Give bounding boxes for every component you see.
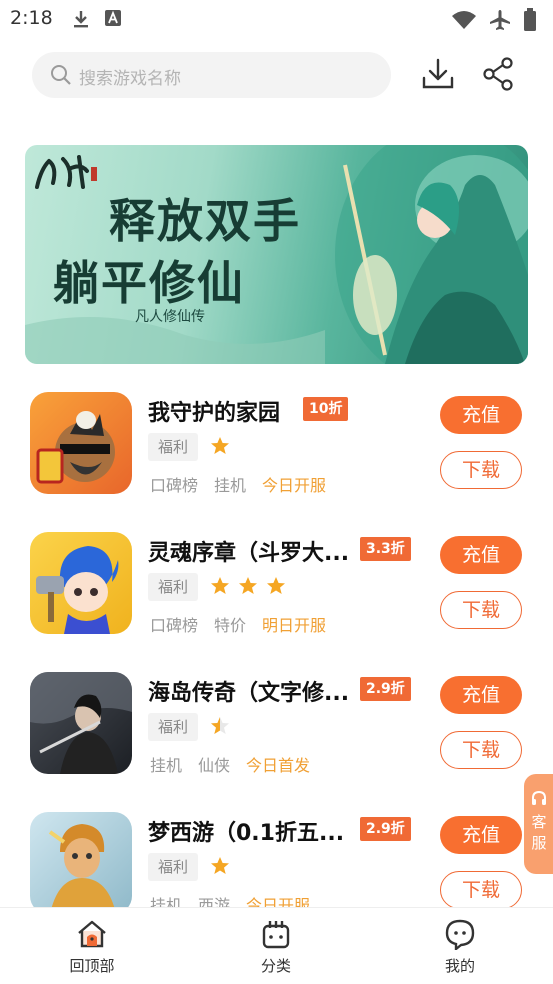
star-icon (211, 857, 229, 874)
customer-service-label: 客 服 (531, 812, 547, 854)
download-button[interactable]: 下载 (440, 591, 522, 629)
game-icon (30, 672, 132, 774)
wifi-icon (452, 11, 476, 29)
home-icon (78, 920, 106, 948)
status-bar: 2:18 (0, 0, 553, 36)
banner-title-line1: 释放双手 (109, 194, 301, 248)
game-tag: 挂机 (214, 476, 247, 495)
game-name: 我守护的家园 (148, 401, 281, 426)
star-icon (211, 577, 229, 594)
game-tag: 仙侠 (198, 756, 231, 775)
download-button[interactable]: 下载 (440, 451, 522, 489)
game-list-item[interactable]: 我守护的家园 10折 福利 口碑榜 挂机 今日开服 充值 下载 (0, 380, 553, 500)
headset-icon (532, 790, 546, 805)
discount-badge: 2.9折 (360, 677, 411, 701)
game-list-item[interactable]: 海岛传奇（文字修... 2.9折 福利 挂机 仙侠 今日首发 充值 下载 (0, 660, 553, 780)
promo-banner[interactable]: 释放双手 躺平修仙 凡人修仙传 (25, 145, 528, 364)
font-icon (105, 10, 121, 26)
nav-label-mine: 我的 (444, 957, 475, 975)
banner-title-line2: 躺平修仙 (53, 256, 245, 310)
star-icon (239, 577, 257, 594)
download-icon (74, 11, 88, 28)
status-notification-icons (72, 9, 122, 29)
status-time: 2:18 (10, 7, 53, 29)
discount-badge: 2.9折 (360, 817, 411, 841)
game-icon (30, 532, 132, 634)
game-list-item[interactable]: 梦西游（0.1折五... 2.9折 福利 挂机 西游 今日开服 充值 下载 (0, 800, 553, 920)
server-status-tag: 明日开服 (262, 616, 327, 635)
nav-label-category: 分类 (260, 957, 291, 975)
game-icon (30, 392, 132, 494)
search-input[interactable]: 搜索游戏名称 (32, 52, 391, 98)
recharge-button[interactable]: 充值 (440, 396, 522, 434)
profile-icon (445, 919, 475, 950)
server-status-tag: 今日开服 (262, 476, 327, 495)
game-name: 梦西游（0.1折五... (148, 821, 345, 846)
share-icon[interactable] (481, 56, 517, 92)
game-icon (30, 812, 132, 914)
nav-category[interactable]: 分类 (216, 908, 336, 984)
game-name: 灵魂序章（斗罗大... (148, 541, 350, 566)
game-name: 海岛传奇（文字修... (148, 681, 350, 706)
download-icon[interactable] (420, 56, 456, 92)
search-placeholder: 搜索游戏名称 (79, 69, 181, 89)
welfare-tag: 福利 (148, 573, 199, 601)
half-star-icon (211, 717, 229, 734)
recharge-button[interactable]: 充值 (440, 676, 522, 714)
recharge-button[interactable]: 充值 (440, 536, 522, 574)
customer-service-label-line2: 服 (531, 834, 547, 852)
welfare-tag: 福利 (148, 853, 199, 881)
game-tag: 特价 (214, 616, 247, 635)
discount-badge: 3.3折 (360, 537, 411, 561)
nav-mine[interactable]: 我的 (400, 908, 520, 984)
rating-stars (210, 576, 286, 596)
rating-stars (210, 856, 230, 876)
recharge-button[interactable]: 充值 (440, 816, 522, 854)
nav-back-to-top[interactable]: 回顶部 (32, 908, 152, 984)
rating-stars (210, 436, 230, 456)
server-status-tag: 今日首发 (246, 756, 311, 775)
rating-stars (210, 716, 230, 736)
discount-badge: 10折 (303, 397, 349, 421)
game-tags: 口碑榜 特价 明日开服 (150, 612, 326, 636)
search-icon (51, 65, 71, 85)
game-tags: 口碑榜 挂机 今日开服 (150, 472, 326, 496)
nav-label-home: 回顶部 (69, 957, 115, 975)
banner-subtitle: 凡人修仙传 (135, 309, 205, 325)
battery-icon (524, 8, 536, 31)
star-icon (267, 577, 285, 594)
bottom-navigation: 回顶部 分类 我的 (0, 907, 553, 984)
game-tag: 口碑榜 (150, 616, 199, 635)
status-system-icons (451, 8, 537, 32)
game-tag: 挂机 (150, 756, 183, 775)
customer-service-button[interactable]: 客 服 (524, 774, 553, 874)
welfare-tag: 福利 (148, 713, 199, 741)
download-button[interactable]: 下载 (440, 731, 522, 769)
download-button[interactable]: 下载 (440, 871, 522, 909)
customer-service-label-line1: 客 (531, 813, 547, 831)
banner-game-logo (35, 155, 97, 189)
game-tag: 口碑榜 (150, 476, 199, 495)
game-list-item[interactable]: 灵魂序章（斗罗大... 3.3折 福利 口碑榜 特价 明日开服 充值 下载 (0, 520, 553, 640)
star-icon (211, 437, 229, 454)
airplane-icon (490, 10, 510, 30)
category-icon (262, 921, 290, 949)
game-tags: 挂机 仙侠 今日首发 (150, 752, 310, 776)
welfare-tag: 福利 (148, 433, 199, 461)
